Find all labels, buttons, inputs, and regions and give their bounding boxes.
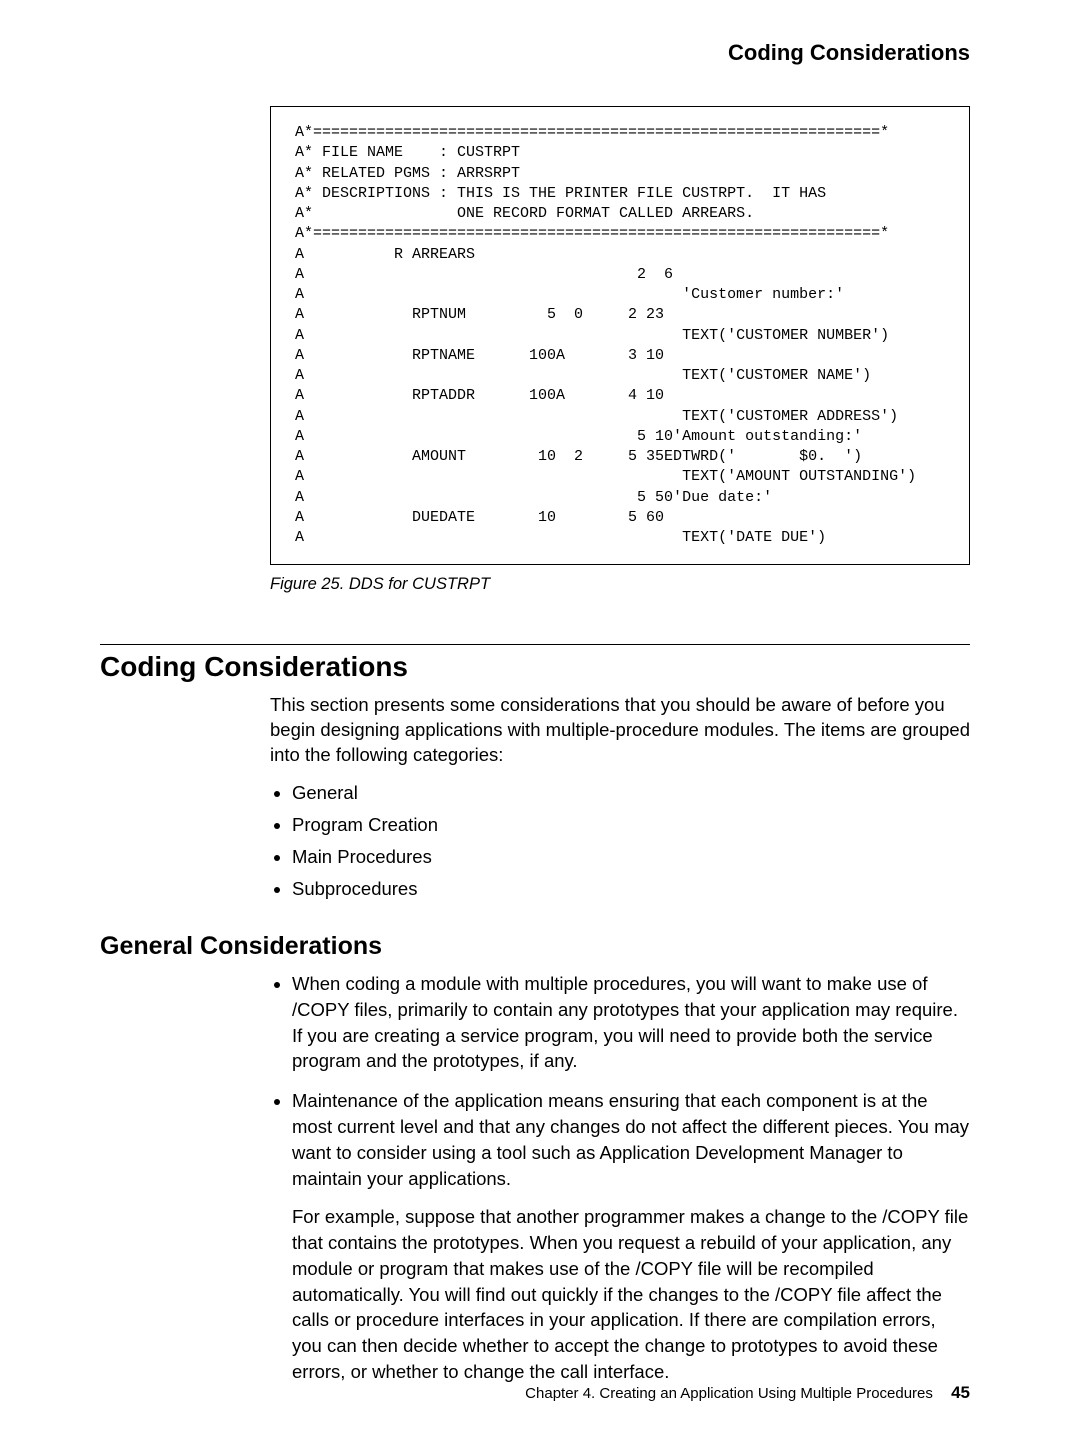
general-bullet-list: When coding a module with multiple proce…	[270, 971, 970, 1385]
figure-caption: Figure 25. DDS for CUSTRPT	[270, 575, 970, 594]
intro-block: This section presents some consideration…	[270, 693, 970, 901]
subsection-heading: General Considerations	[100, 932, 970, 961]
bullet-text: Maintenance of the application means ens…	[292, 1090, 969, 1189]
general-block: When coding a module with multiple proce…	[270, 971, 970, 1385]
intro-bullet-list: General Program Creation Main Procedures…	[270, 780, 970, 902]
section-heading: Coding Considerations	[100, 651, 970, 683]
page-number: 45	[951, 1383, 970, 1402]
code-listing: A*======================================…	[270, 106, 970, 565]
list-item: Main Procedures	[292, 844, 970, 870]
list-item: Maintenance of the application means ens…	[292, 1088, 970, 1385]
footer-chapter: Chapter 4. Creating an Application Using…	[525, 1385, 933, 1402]
bullet-para: For example, suppose that another progra…	[292, 1204, 970, 1385]
intro-paragraph: This section presents some consideration…	[270, 693, 970, 768]
section-rule	[100, 644, 970, 645]
page: Coding Considerations A*================…	[0, 0, 1080, 1439]
list-item: When coding a module with multiple proce…	[292, 971, 970, 1075]
page-footer: Chapter 4. Creating an Application Using…	[100, 1383, 970, 1403]
list-item: Program Creation	[292, 812, 970, 838]
list-item: General	[292, 780, 970, 806]
running-header: Coding Considerations	[100, 40, 970, 66]
list-item: Subprocedures	[292, 876, 970, 902]
